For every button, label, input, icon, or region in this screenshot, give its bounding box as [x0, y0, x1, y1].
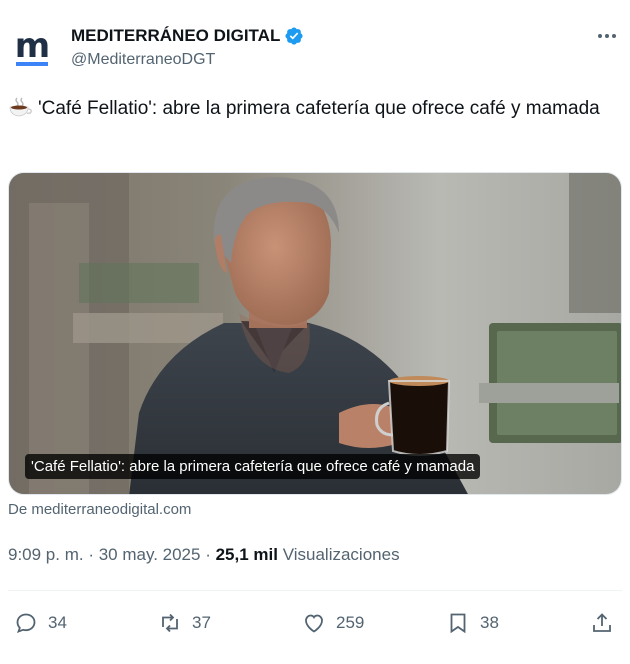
action-bar: 34 37 259 38	[8, 606, 622, 640]
tweet-time[interactable]: 9:09 p. m.	[8, 545, 84, 564]
views-label: Visualizaciones	[282, 545, 400, 564]
repost-icon	[162, 613, 178, 633]
repost-button[interactable]: 37	[158, 606, 211, 640]
share-button[interactable]	[590, 606, 614, 640]
link-card[interactable]: 'Café Fellatio': abre la primera cafeter…	[8, 172, 622, 495]
bookmark-icon	[450, 613, 466, 634]
card-source[interactable]: De mediterraneodigital.com	[8, 501, 191, 518]
tweet-date[interactable]: 30 may. 2025	[99, 545, 201, 564]
like-button[interactable]: 259	[302, 606, 364, 640]
card-photo	[9, 173, 621, 494]
views-count: 25,1 mil	[215, 545, 278, 564]
heart-icon	[305, 614, 323, 633]
more-options-icon[interactable]	[594, 24, 620, 48]
tweet-text: 'Café Fellatio': abre la primera cafeter…	[8, 94, 620, 123]
tweet-header: m MEDITERRÁNEO DIGITAL @MediterraneoDGT	[10, 24, 622, 76]
meta-separator: ·	[83, 545, 99, 564]
tweet-meta: 9:09 p. m. · 30 may. 2025 · 25,1 mil Vis…	[8, 545, 400, 565]
handle[interactable]: @MediterraneoDGT	[71, 51, 215, 69]
card-caption: 'Café Fellatio': abre la primera cafeter…	[25, 454, 481, 479]
divider	[8, 590, 622, 591]
like-count: 259	[336, 613, 365, 632]
avatar[interactable]: m	[10, 24, 54, 68]
bookmark-count: 38	[480, 613, 499, 632]
meta-separator: ·	[200, 545, 216, 564]
reply-button[interactable]: 34	[14, 606, 67, 640]
display-name[interactable]: MEDITERRÁNEO DIGITAL	[71, 26, 280, 46]
avatar-logo: m	[14, 26, 50, 66]
hot-beverage-icon	[9, 97, 32, 117]
name-line: MEDITERRÁNEO DIGITAL	[71, 24, 304, 48]
verified-badge-icon[interactable]	[284, 26, 304, 46]
avatar-logo-bar	[16, 62, 48, 66]
reply-icon	[16, 613, 36, 633]
repost-count: 37	[192, 613, 211, 632]
reply-count: 34	[48, 613, 67, 632]
share-icon	[593, 613, 611, 632]
bookmark-button[interactable]: 38	[446, 606, 499, 640]
tweet-text-content: 'Café Fellatio': abre la primera cafeter…	[38, 98, 600, 119]
